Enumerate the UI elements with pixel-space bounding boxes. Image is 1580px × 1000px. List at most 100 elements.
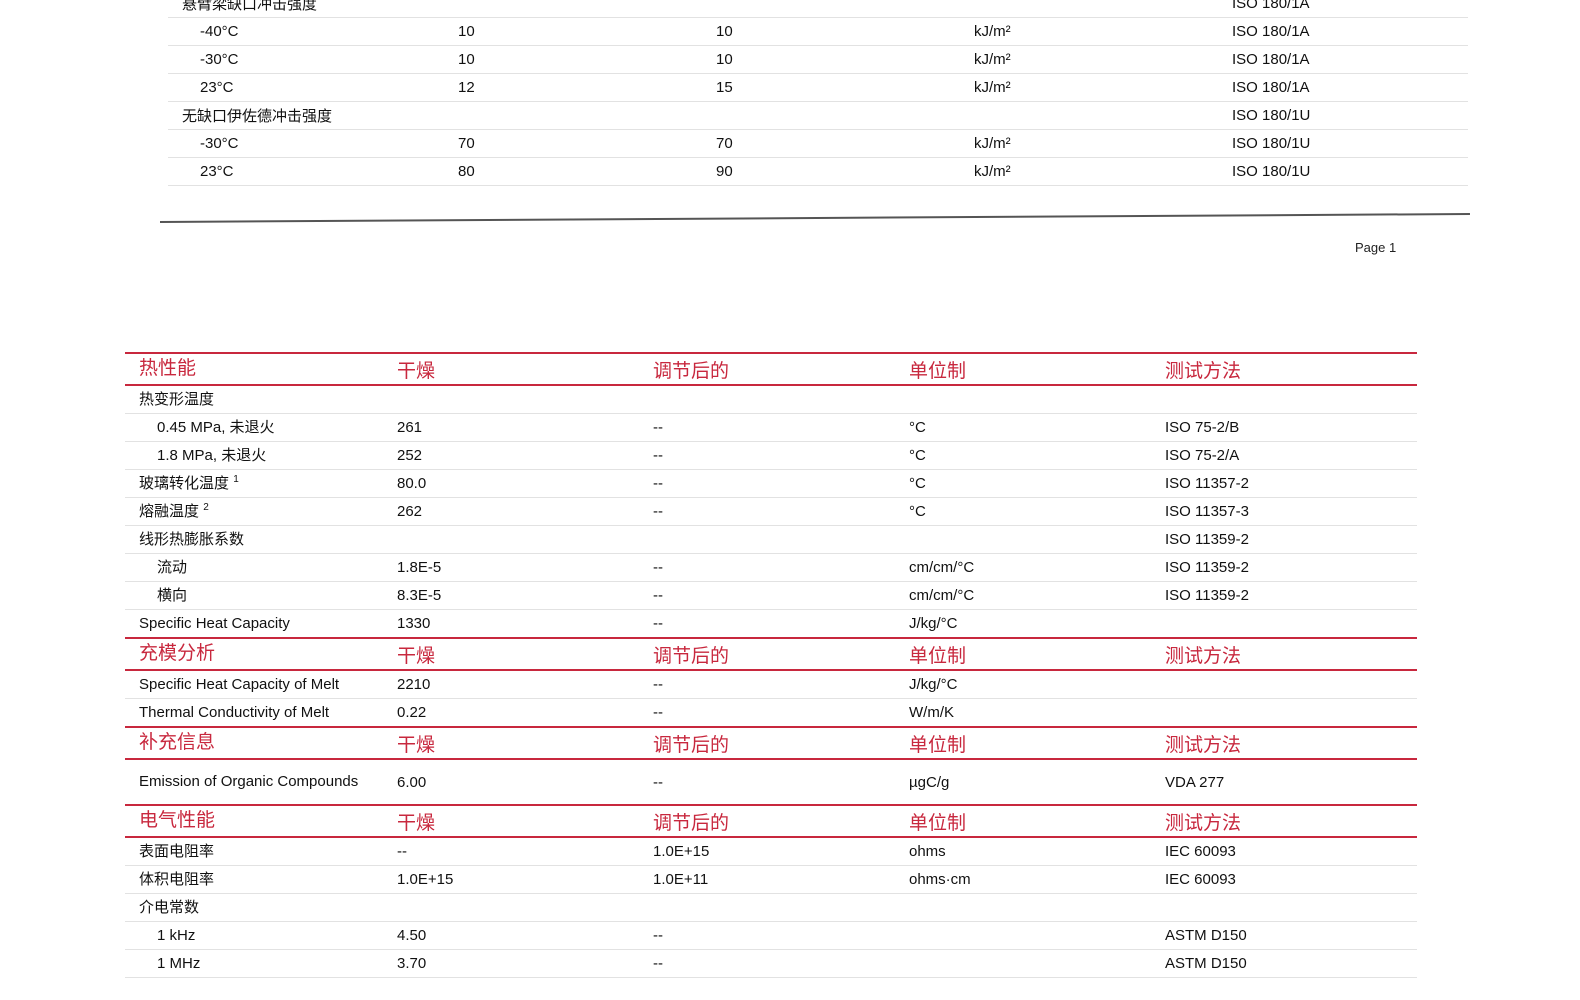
property-label: Specific Heat Capacity of Melt bbox=[125, 670, 397, 699]
table-row: 玻璃转化温度 1 80.0 -- °C ISO 11357-2 bbox=[125, 469, 1417, 498]
impact-strength-table: 悬臂梁缺口冲击强度 ISO 180/1A -40°C 10 10 kJ/m² I… bbox=[168, 0, 1468, 186]
conditioned-value: -- bbox=[653, 609, 909, 639]
property-label: 1 kHz bbox=[125, 921, 397, 950]
column-method: 测试方法 bbox=[1165, 726, 1417, 760]
section-header-electrical: 电气性能 干燥 调节后的 单位制 测试方法 bbox=[125, 804, 1417, 838]
property-label: 玻璃转化温度 bbox=[139, 474, 230, 492]
property-label: Emission of Organic Compounds bbox=[125, 759, 397, 806]
column-dry: 干燥 bbox=[397, 804, 653, 838]
test-method bbox=[1165, 670, 1417, 699]
dry-value: 8.3E-5 bbox=[397, 581, 653, 610]
conditioned-value: -- bbox=[653, 581, 909, 610]
table-row: 熔融温度 2 262 -- °C ISO 11357-3 bbox=[125, 497, 1417, 526]
dry-value: 6.00 bbox=[397, 759, 653, 806]
test-method: ISO 180/1A bbox=[1232, 17, 1468, 46]
dry-value: 70 bbox=[458, 129, 716, 158]
unit: kJ/m² bbox=[974, 157, 1232, 186]
table-row: 流动 1.8E-5 -- cm/cm/°C ISO 11359-2 bbox=[125, 553, 1417, 582]
unit: cm/cm/°C bbox=[909, 581, 1165, 610]
table-row: Thermal Conductivity of Melt 0.22 -- W/m… bbox=[125, 698, 1417, 728]
conditioned-value: -- bbox=[653, 759, 909, 806]
property-label: 无缺口伊佐德冲击强度 bbox=[168, 101, 458, 130]
property-label: 热变形温度 bbox=[125, 385, 397, 414]
conditioned-value: -- bbox=[653, 441, 909, 470]
unit: °C bbox=[909, 469, 1165, 498]
unit: W/m/K bbox=[909, 698, 1165, 728]
dry-value: 4.50 bbox=[397, 921, 653, 950]
property-label: 23°C bbox=[168, 73, 458, 102]
table-row: 表面电阻率 -- 1.0E+15 ohms IEC 60093 bbox=[125, 837, 1417, 866]
dry-value: 261 bbox=[397, 413, 653, 442]
property-label: 体积电阻率 bbox=[125, 865, 397, 894]
conditioned-value: 10 bbox=[716, 17, 974, 46]
property-label: Specific Heat Capacity bbox=[125, 609, 397, 639]
conditioned-value: 1.0E+11 bbox=[653, 865, 909, 894]
conditioned-value: -- bbox=[653, 553, 909, 582]
dry-value: 10 bbox=[458, 17, 716, 46]
column-method: 测试方法 bbox=[1165, 637, 1417, 671]
unit: °C bbox=[909, 441, 1165, 470]
table-row: -40°C 10 10 kJ/m² ISO 180/1A bbox=[168, 17, 1468, 46]
dry-value: 12 bbox=[458, 73, 716, 102]
table-row: 23°C 12 15 kJ/m² ISO 180/1A bbox=[168, 73, 1468, 102]
test-method: ISO 180/1U bbox=[1232, 129, 1468, 158]
property-label: -30°C bbox=[168, 45, 458, 74]
test-method: ISO 180/1U bbox=[1232, 101, 1468, 130]
conditioned-value: -- bbox=[653, 413, 909, 442]
column-conditioned: 调节后的 bbox=[653, 726, 909, 760]
section-header-fill-analysis: 充模分析 干燥 调节后的 单位制 测试方法 bbox=[125, 637, 1417, 671]
test-method: ISO 11359-2 bbox=[1165, 525, 1417, 554]
test-method: ISO 11359-2 bbox=[1165, 581, 1417, 610]
unit: °C bbox=[909, 413, 1165, 442]
property-label: 熔融温度 bbox=[139, 502, 200, 520]
column-method: 测试方法 bbox=[1165, 352, 1417, 386]
test-method: ISO 11359-2 bbox=[1165, 553, 1417, 582]
property-cell: 熔融温度 2 bbox=[125, 497, 397, 526]
test-method: ISO 180/1A bbox=[1232, 45, 1468, 74]
dry-value: 252 bbox=[397, 441, 653, 470]
properties-table: 热性能 干燥 调节后的 单位制 测试方法 热变形温度 0.45 MPa, 未退火… bbox=[125, 352, 1417, 978]
unit: kJ/m² bbox=[974, 129, 1232, 158]
dry-value: 1330 bbox=[397, 609, 653, 639]
table-row: 23°C 80 90 kJ/m² ISO 180/1U bbox=[168, 157, 1468, 186]
test-method: ASTM D150 bbox=[1165, 921, 1417, 950]
property-label: Thermal Conductivity of Melt bbox=[125, 698, 397, 728]
property-cell: 玻璃转化温度 1 bbox=[125, 469, 397, 498]
page-number: Page 1 bbox=[1355, 240, 1397, 255]
dry-value: 10 bbox=[458, 45, 716, 74]
column-unit: 单位制 bbox=[909, 352, 1165, 386]
conditioned-value: -- bbox=[653, 469, 909, 498]
test-method: VDA 277 bbox=[1165, 759, 1417, 806]
property-label: 流动 bbox=[125, 553, 397, 582]
test-method: ISO 75-2/A bbox=[1165, 441, 1417, 470]
conditioned-value: -- bbox=[653, 921, 909, 950]
footnote-marker: 1 bbox=[233, 473, 239, 485]
unit: µgC/g bbox=[909, 759, 1165, 806]
property-label: 0.45 MPa, 未退火 bbox=[125, 413, 397, 442]
column-unit: 单位制 bbox=[909, 804, 1165, 838]
test-method: ISO 180/1A bbox=[1232, 73, 1468, 102]
unit bbox=[909, 949, 1165, 978]
test-method: ISO 180/1A bbox=[1232, 0, 1468, 18]
table-row: 1 MHz 3.70 -- ASTM D150 bbox=[125, 949, 1417, 978]
property-label: 表面电阻率 bbox=[125, 837, 397, 866]
table-row: 热变形温度 bbox=[125, 385, 1417, 414]
previous-page-fragment: 悬臂梁缺口冲击强度 ISO 180/1A -40°C 10 10 kJ/m² I… bbox=[0, 0, 1580, 300]
table-row: -30°C 70 70 kJ/m² ISO 180/1U bbox=[168, 129, 1468, 158]
page-divider bbox=[159, 212, 1470, 223]
dry-value: 262 bbox=[397, 497, 653, 526]
dry-value: 80 bbox=[458, 157, 716, 186]
table-row: 线形热膨胀系数 ISO 11359-2 bbox=[125, 525, 1417, 554]
datasheet-page: 热性能 干燥 调节后的 单位制 测试方法 热变形温度 0.45 MPa, 未退火… bbox=[125, 352, 1417, 978]
table-row: Specific Heat Capacity 1330 -- J/kg/°C bbox=[125, 609, 1417, 639]
column-dry: 干燥 bbox=[397, 352, 653, 386]
test-method: IEC 60093 bbox=[1165, 837, 1417, 866]
property-label: 1.8 MPa, 未退火 bbox=[125, 441, 397, 470]
test-method: ISO 75-2/B bbox=[1165, 413, 1417, 442]
dry-value: 0.22 bbox=[397, 698, 653, 728]
section-title: 热性能 bbox=[125, 352, 397, 386]
test-method bbox=[1165, 609, 1417, 639]
dry-value: 2210 bbox=[397, 670, 653, 699]
conditioned-value: 70 bbox=[716, 129, 974, 158]
test-method: ISO 11357-2 bbox=[1165, 469, 1417, 498]
